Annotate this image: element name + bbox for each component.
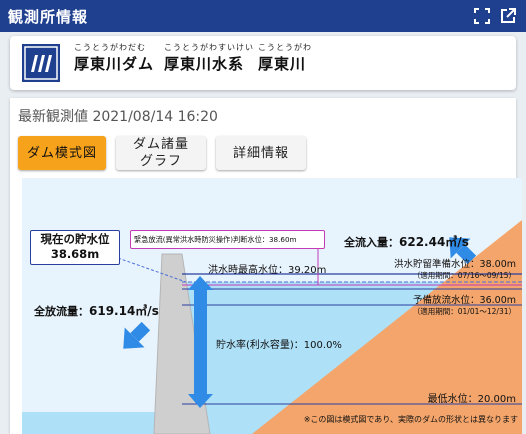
flood-reserve-label: 洪水貯留準備水位：38.00m	[394, 259, 516, 270]
inflow-display: 全流入量：622.44㎥/s	[344, 233, 469, 250]
dam-logo-icon	[22, 44, 60, 82]
dam-name-card: こうとうがわだむ 厚東川ダム こうとうがわすいけい 厚東川水系 こうとうがわ 厚…	[10, 36, 516, 90]
storage-arrow-shaft	[194, 290, 207, 394]
current-level-value: 38.68m	[50, 247, 100, 261]
preliminary-display: 予備放流水位：36.00m （適用期間：01/01〜12/31）	[413, 295, 516, 317]
flood-reserve-display: 洪水貯留準備水位：38.00m （適用期間：07/16〜09/15）	[394, 259, 516, 281]
min-level-label: 最低水位：20.00m	[427, 394, 516, 405]
preliminary-period: （適用期間：01/01〜12/31）	[412, 307, 516, 316]
dam-name-group: こうとうがわだむ 厚東川ダム	[74, 42, 154, 74]
current-level-label: 現在の貯水位	[40, 232, 110, 246]
tab-detail-info[interactable]: 詳細情報	[216, 136, 306, 170]
storage-rate-label: 貯水率(利水容量)：100.0%	[216, 340, 342, 351]
observation-panel: 最新観測値 2021/08/14 16:20 ダム模式図 ダム諸量 グラフ 詳細…	[10, 98, 522, 434]
inflow-label: 全流入量：	[344, 236, 399, 249]
flood-max-level-label: 洪水時最高水位：39.20m	[208, 265, 327, 276]
open-external-icon[interactable]	[498, 6, 518, 26]
observation-heading: 最新観測値 2021/08/14 16:20	[18, 106, 218, 126]
dam-schematic: 現在の貯水位 38.68m 緊急放流(異常洪水時防災操作)判断水位：38.60m…	[22, 178, 522, 434]
header-bar: 観測所情報	[0, 0, 526, 32]
outflow-value: 619.14㎥/s	[89, 304, 159, 318]
tab-dam-diagram[interactable]: ダム模式図	[18, 136, 106, 170]
outflow-label: 全放流量：	[34, 305, 89, 318]
fullscreen-icon[interactable]	[472, 6, 492, 26]
river-ruby: こうとうがわ	[258, 43, 312, 52]
tab-detail-info-label: 詳細情報	[232, 145, 289, 161]
observation-label: 最新観測値	[18, 109, 88, 125]
dam-name-ruby: こうとうがわだむ	[74, 43, 146, 52]
river-name: 厚東川	[258, 55, 307, 73]
emergency-level-box: 緊急放流(異常洪水時防災操作)判断水位：38.60m	[130, 230, 325, 249]
tab-dam-graph[interactable]: ダム諸量 グラフ	[116, 136, 206, 170]
tab-dam-graph-label: ダム諸量 グラフ	[132, 137, 189, 169]
river-system-name: 厚東川水系	[164, 55, 245, 73]
river-group: こうとうがわ 厚東川	[258, 42, 312, 74]
flood-reserve-period: （適用期間：07/16〜09/15）	[412, 271, 516, 280]
tab-dam-diagram-label: ダム模式図	[26, 145, 97, 161]
river-system-ruby: こうとうがわすいけい	[164, 43, 254, 52]
inflow-value: 622.44㎥/s	[399, 235, 469, 249]
preliminary-label: 予備放流水位：36.00m	[413, 295, 516, 306]
downstream-water	[22, 412, 172, 434]
header-title: 観測所情報	[8, 8, 89, 26]
river-system-group: こうとうがわすいけい 厚東川水系	[164, 42, 254, 74]
dam-name: 厚東川ダム	[74, 55, 155, 73]
emergency-level-label: 緊急放流(異常洪水時防災操作)判断水位：38.60m	[134, 235, 297, 244]
outflow-display: 全放流量：619.14㎥/s	[34, 302, 159, 319]
current-level-box: 現在の貯水位 38.68m	[30, 230, 120, 265]
diagram-note: ※この図は模式図であり、実際のダムの形状とは異なります	[303, 415, 518, 424]
observation-datetime: 2021/08/14 16:20	[92, 109, 218, 125]
